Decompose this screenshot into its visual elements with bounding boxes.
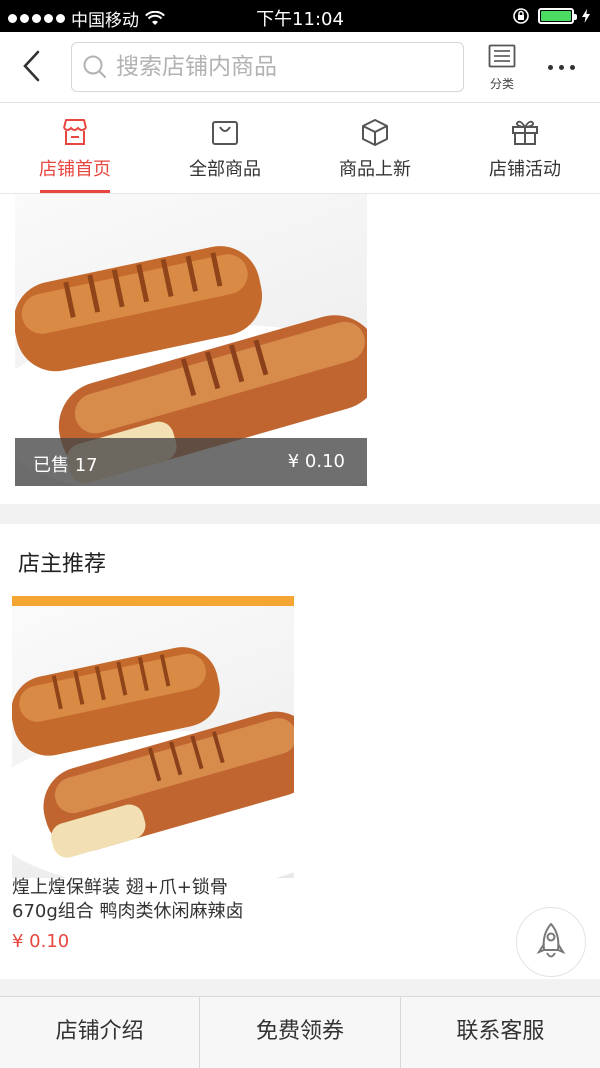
rocket-icon bbox=[536, 923, 566, 958]
tab-new-products[interactable]: 商品上新 bbox=[300, 103, 450, 193]
product-name-line: 煌上煌保鲜装 翅+爪+锁骨 bbox=[12, 877, 228, 898]
section-title: 店主推荐 bbox=[18, 552, 107, 577]
charging-icon bbox=[582, 9, 590, 23]
list-icon bbox=[488, 44, 516, 68]
search-input[interactable] bbox=[114, 53, 438, 81]
tab-shop-home[interactable]: 店铺首页 bbox=[0, 103, 150, 193]
tab-label: 店铺首页 bbox=[39, 159, 111, 180]
back-to-top-button[interactable] bbox=[516, 907, 586, 977]
footer-bar: 店铺介绍 免费领券 联系客服 bbox=[0, 996, 600, 1068]
more-dot-icon bbox=[558, 64, 564, 70]
more-button[interactable] bbox=[536, 52, 586, 82]
shop-tab-bar: 店铺首页 全部商品 商品上新 店铺活动 bbox=[0, 103, 600, 194]
contact-service-button[interactable]: 联系客服 bbox=[401, 997, 600, 1068]
battery-icon bbox=[538, 8, 577, 24]
category-label: 分类 bbox=[489, 77, 514, 91]
clock: 下午11:04 bbox=[256, 9, 344, 30]
more-dot-icon bbox=[569, 64, 575, 70]
duck-wing-photo bbox=[12, 596, 294, 878]
bag-icon bbox=[212, 121, 238, 145]
back-button[interactable] bbox=[18, 48, 48, 84]
rotation-lock-icon bbox=[513, 8, 529, 24]
product-price: ¥ 0.10 bbox=[12, 931, 70, 952]
shop-icon bbox=[63, 119, 87, 145]
box-icon bbox=[362, 119, 388, 146]
tab-label: 店铺活动 bbox=[489, 159, 561, 180]
gift-icon bbox=[512, 120, 538, 145]
shop-intro-button[interactable]: 店铺介绍 bbox=[0, 997, 201, 1068]
owner-recommend-section: 店主推荐 煌上煌保鲜装 翅+爪+锁骨 670g组合 鸭肉类休闲麻辣卤 ¥ 0.1… bbox=[0, 524, 600, 979]
category-button[interactable]: 分类 bbox=[478, 44, 526, 91]
tab-all-products[interactable]: 全部商品 bbox=[150, 103, 300, 193]
search-box[interactable] bbox=[71, 42, 464, 92]
tab-label: 商品上新 bbox=[339, 159, 411, 180]
sold-count: 已售 17 bbox=[33, 455, 98, 476]
product-name-line: 670g组合 鸭肉类休闲麻辣卤 bbox=[12, 901, 244, 922]
tab-label: 全部商品 bbox=[189, 159, 261, 180]
free-coupon-button[interactable]: 免费领券 bbox=[200, 997, 401, 1068]
chevron-left-icon bbox=[23, 50, 40, 82]
tab-shop-events[interactable]: 店铺活动 bbox=[450, 103, 600, 193]
more-dot-icon bbox=[547, 64, 553, 70]
status-bar: 中国移动 下午11:04 bbox=[0, 0, 600, 32]
product-price: ¥ 0.10 bbox=[287, 451, 345, 472]
header: 分类 bbox=[0, 32, 600, 103]
featured-product-card: 已售 17 ¥ 0.10 bbox=[0, 194, 600, 504]
product-name[interactable]: 煌上煌保鲜装 翅+爪+锁骨 670g组合 鸭肉类休闲麻辣卤 bbox=[12, 876, 302, 924]
product-image[interactable] bbox=[12, 596, 294, 878]
search-icon bbox=[83, 55, 106, 78]
product-info-overlay: 已售 17 ¥ 0.10 bbox=[15, 438, 367, 486]
